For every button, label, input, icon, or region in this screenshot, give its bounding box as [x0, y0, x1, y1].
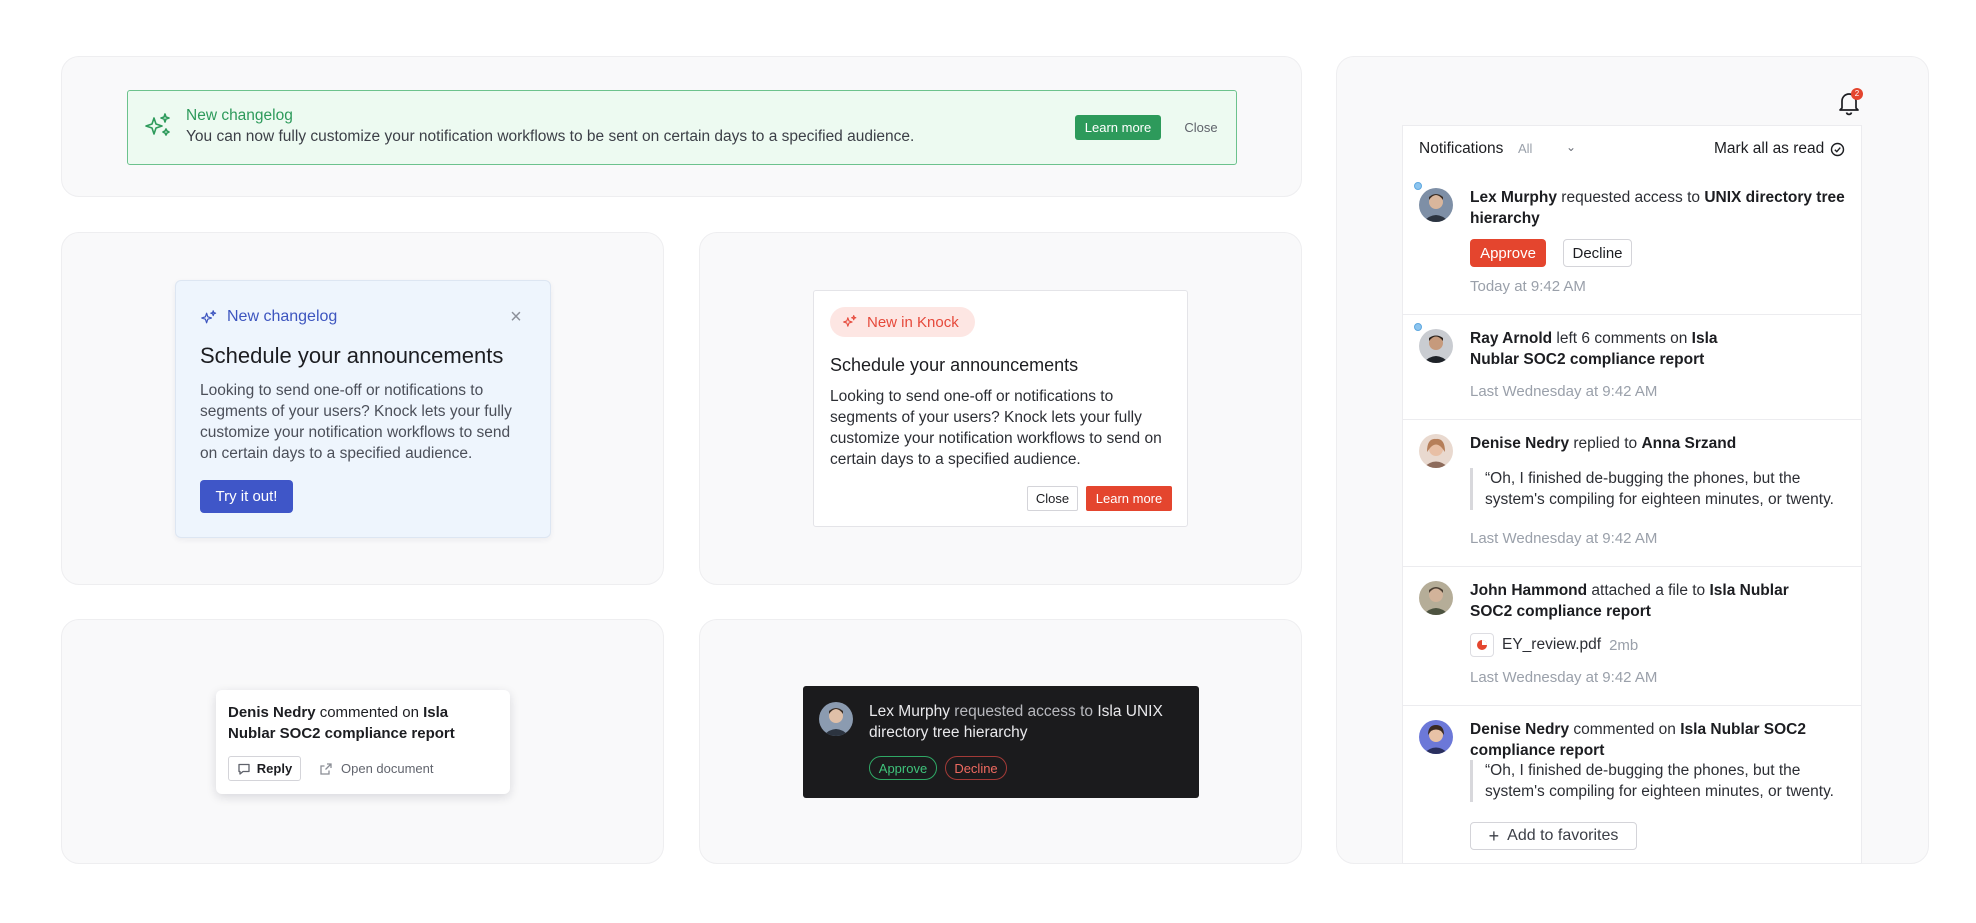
- announcement-close-button[interactable]: Close: [1027, 486, 1078, 511]
- comment-icon: [238, 763, 250, 775]
- unread-count-badge: 2: [1851, 88, 1863, 100]
- feed-item-target: Anna Srzand: [1641, 435, 1737, 452]
- feed-item-actor: Denise Nedry: [1470, 435, 1570, 452]
- sparkles-icon: [201, 310, 217, 324]
- open-document-link[interactable]: Open document: [319, 756, 434, 781]
- comment-quote: “Oh, I finished de-bugging the phones, b…: [1470, 468, 1850, 510]
- feed-item-verb: attached a file to: [1587, 582, 1710, 599]
- feed-header: Notifications All ⌄ Mark all as read: [1403, 126, 1861, 174]
- close-icon[interactable]: ×: [504, 305, 528, 329]
- check-circle-icon: [1831, 142, 1845, 156]
- feed-item-text: John Hammond attached a file to Isla Nub…: [1470, 580, 1790, 622]
- feed-item-verb: commented on: [1569, 721, 1681, 738]
- feed-item-time: Last Wednesday at 9:42 AM: [1470, 530, 1658, 547]
- comment-verb: commented on: [315, 704, 424, 721]
- feed-item-text: Ray Arnold left 6 comments on Isla Nubla…: [1470, 328, 1770, 370]
- badge-label: New in Knock: [867, 314, 959, 331]
- mark-all-read-button[interactable]: Mark all as read: [1714, 140, 1845, 158]
- feed-item-text: Lex Murphy requested access to UNIX dire…: [1470, 187, 1845, 229]
- pdf-file-icon: [1470, 633, 1494, 657]
- toast-actor: Lex Murphy: [869, 703, 950, 720]
- sparkles-icon: [145, 113, 170, 136]
- feed-item-verb: left 6 comments on: [1552, 330, 1692, 347]
- feed-item[interactable]: Lex Murphy requested access to UNIX dire…: [1403, 174, 1861, 315]
- feed-item-actor: Ray Arnold: [1470, 330, 1553, 347]
- feed-item[interactable]: Ray Arnold left 6 comments on Isla Nubla…: [1403, 315, 1861, 420]
- feed-item-actor: John Hammond: [1470, 582, 1588, 599]
- notification-feed: Notifications All ⌄ Mark all as read Lex…: [1402, 125, 1862, 864]
- toast-verb: requested access to: [949, 703, 1098, 720]
- avatar: [1419, 581, 1453, 615]
- access-request-toast: Lex Murphy requested access to Isla UNIX…: [803, 686, 1199, 798]
- try-it-out-button[interactable]: Try it out!: [200, 480, 293, 513]
- feed-item-actor: Denise Nedry: [1470, 721, 1570, 738]
- unread-indicator: [1414, 182, 1422, 190]
- toast-text: Lex Murphy requested access to Isla UNIX…: [869, 701, 1189, 743]
- open-document-label: Open document: [341, 761, 434, 776]
- comment-text: Denis Nedry commented on Isla Nublar SOC…: [228, 702, 498, 744]
- feed-filter-select[interactable]: All: [1518, 141, 1532, 156]
- plus-icon: +: [1488, 825, 1500, 846]
- feed-item[interactable]: Denise Nedry replied to Anna Srzand “Oh,…: [1403, 420, 1861, 567]
- decline-button[interactable]: Decline: [1563, 239, 1632, 267]
- file-attachment[interactable]: EY_review.pdf 2mb: [1470, 633, 1638, 657]
- changelog-card: New changelog × Schedule your announceme…: [175, 280, 551, 538]
- notification-bell[interactable]: 2: [1837, 88, 1863, 116]
- approve-button[interactable]: Approve: [1470, 239, 1546, 267]
- feed-item-verb: requested access to: [1556, 189, 1705, 206]
- add-to-favorites-label: Add to favorites: [1507, 827, 1619, 844]
- banner-title: New changelog: [186, 107, 293, 124]
- file-name: EY_review.pdf: [1502, 636, 1602, 653]
- changelog-card-title: Schedule your announcements: [200, 343, 504, 368]
- new-in-knock-badge: New in Knock: [830, 307, 975, 337]
- quote-line: system's compiling for eighteen minutes,…: [1485, 783, 1834, 800]
- feed-title: Notifications: [1419, 140, 1504, 157]
- avatar: [1419, 188, 1453, 222]
- feed-item-time: Last Wednesday at 9:42 AM: [1470, 669, 1658, 686]
- external-link-icon: [320, 762, 332, 775]
- avatar: [1419, 720, 1453, 754]
- banner-learn-more-button[interactable]: Learn more: [1075, 115, 1161, 140]
- feed-item-time: Today at 9:42 AM: [1470, 278, 1586, 295]
- changelog-card-header: New changelog: [227, 308, 338, 325]
- announcement-title: Schedule your announcements: [830, 355, 1079, 375]
- feed-item-verb: replied to: [1569, 435, 1642, 452]
- reply-label: Reply: [256, 761, 293, 776]
- feed-item[interactable]: John Hammond attached a file to Isla Nub…: [1403, 567, 1861, 706]
- sparkles-icon: [843, 315, 857, 327]
- avatar: [1419, 329, 1453, 363]
- announcement-body: Looking to send one-off or notifications…: [830, 388, 1162, 468]
- banner-body: You can now fully customize your notific…: [186, 128, 915, 145]
- feed-item[interactable]: Denise Nedry commented on Isla Nublar SO…: [1403, 706, 1861, 863]
- unread-indicator: [1414, 323, 1422, 331]
- quote-line: “Oh, I finished de-bugging the phones, b…: [1485, 470, 1801, 487]
- comment-actor: Denis Nedry: [228, 704, 316, 721]
- comment-toast: Denis Nedry commented on Isla Nublar SOC…: [216, 690, 510, 794]
- add-to-favorites-button[interactable]: + Add to favorites: [1470, 822, 1637, 850]
- feed-item-text: Denise Nedry replied to Anna Srzand: [1470, 433, 1845, 454]
- announcement-learn-more-button[interactable]: Learn more: [1086, 486, 1172, 511]
- changelog-card-body: Looking to send one-off or notifications…: [200, 382, 512, 462]
- quote-line: “Oh, I finished de-bugging the phones, b…: [1485, 762, 1801, 779]
- quote-line: system's compiling for eighteen minutes,…: [1485, 491, 1834, 508]
- announcement-card: New in Knock Schedule your announcements…: [813, 290, 1188, 527]
- file-size: 2mb: [1609, 636, 1639, 654]
- reply-button[interactable]: Reply: [228, 756, 301, 781]
- comment-quote: “Oh, I finished de-bugging the phones, b…: [1470, 760, 1850, 802]
- feed-item-text: Denise Nedry commented on Isla Nublar SO…: [1470, 719, 1815, 761]
- avatar: [1419, 434, 1453, 468]
- changelog-banner: New changelog You can now fully customiz…: [127, 90, 1237, 165]
- feed-item-time: Last Wednesday at 9:42 AM: [1470, 383, 1658, 400]
- mark-all-read-label: Mark all as read: [1714, 140, 1825, 157]
- approve-button[interactable]: Approve: [869, 756, 937, 780]
- banner-close-button[interactable]: Close: [1176, 115, 1226, 140]
- chevron-down-icon[interactable]: ⌄: [1566, 140, 1576, 154]
- decline-button[interactable]: Decline: [945, 756, 1007, 780]
- avatar: [819, 702, 853, 736]
- feed-item-actor: Lex Murphy: [1470, 189, 1557, 206]
